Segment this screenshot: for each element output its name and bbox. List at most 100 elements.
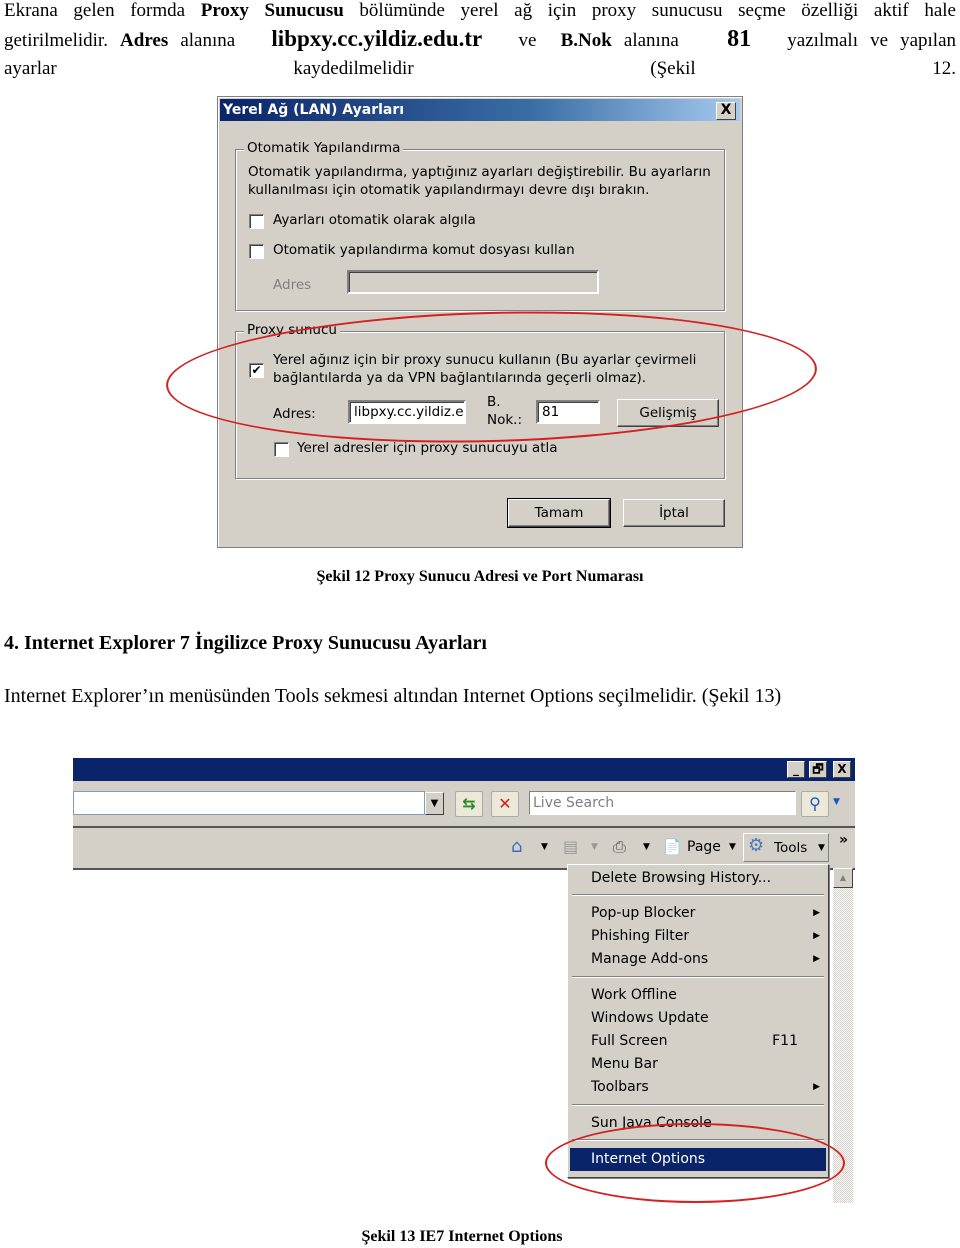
intro-text: alanına	[611, 30, 691, 51]
auto-config-description: Otomatik yapılandırma, yaptığınız ayarla…	[248, 164, 711, 180]
menu-item-label: Internet Options	[591, 1151, 706, 1167]
menu-separator	[572, 976, 824, 978]
use-proxy-label: Yerel ağınız için bir proxy sunucu kulla…	[273, 352, 697, 368]
proxy-address-label: Adres:	[273, 406, 316, 422]
menu-item-label: Windows Update	[591, 1010, 709, 1026]
feeds-icon[interactable]: ▤	[563, 835, 578, 859]
use-proxy-label: bağlantılarda ya da VPN bağlantılarında …	[273, 370, 647, 386]
section-heading: 4. Internet Explorer 7 İngilizce Proxy S…	[4, 632, 487, 654]
lan-settings-dialog: Yerel Ağ (LAN) Ayarları X Otomatik Yapıl…	[217, 96, 743, 548]
menu-separator	[572, 1104, 824, 1106]
intro-paragraph: Ekrana gelen formda Proxy Sunucusu bölüm…	[4, 0, 956, 83]
intro-text: ayarlar kaydedilmelidir (Şekil 12.	[4, 58, 956, 79]
advanced-button[interactable]: Gelişmiş	[617, 399, 719, 427]
home-dropdown-icon[interactable]: ▼	[541, 835, 548, 859]
port-input[interactable]: 81	[536, 400, 600, 424]
refresh-icon[interactable]: ⇆	[455, 791, 483, 817]
dialog-titlebar[interactable]: Yerel Ağ (LAN) Ayarları X	[220, 99, 740, 121]
menu-item-work-offline[interactable]: Work Offline	[570, 984, 826, 1007]
menu-item-label: Sun Java Console	[591, 1115, 712, 1131]
proxy-server-group: Proxy sunucu ✔ Yerel ağınız için bir pro…	[235, 322, 725, 479]
menu-item-phishing-filter[interactable]: Phishing Filter ▶	[570, 925, 826, 948]
figure-caption-13: Şekil 13 IE7 Internet Options	[361, 1228, 563, 1245]
ok-button[interactable]: Tamam	[507, 498, 611, 528]
stop-icon[interactable]: ✕	[491, 791, 519, 817]
menu-item-sun-java-console[interactable]: Sun Java Console	[570, 1112, 826, 1135]
print-dropdown-icon[interactable]: ▼	[643, 835, 650, 859]
address-bar-row: ▼ ⇆ ✕ Live Search ⚲ ▼	[73, 781, 855, 828]
auto-config-description: kullanılması için otomatik yapılandırmay…	[248, 182, 650, 198]
intro-hostname: libpxy.cc.yildiz.edu.tr	[271, 26, 483, 51]
port-label: B.	[487, 394, 501, 410]
detect-settings-label: Ayarları otomatik olarak algıla	[273, 212, 476, 228]
menu-item-label: Menu Bar	[591, 1056, 658, 1072]
bypass-local-label: Yerel adresler için proxy sunucuyu atla	[297, 440, 558, 456]
use-proxy-checkbox[interactable]: ✔	[249, 363, 264, 378]
address-dropdown-button[interactable]: ▼	[425, 792, 444, 815]
tools-menu-button[interactable]: ⚙ Tools ▼	[743, 833, 829, 862]
submenu-arrow-icon: ▶	[813, 954, 820, 964]
live-search-input[interactable]: Live Search	[529, 791, 796, 815]
intro-port: 81	[727, 26, 752, 52]
submenu-arrow-icon: ▶	[813, 931, 820, 941]
menu-item-label: Toolbars	[591, 1079, 649, 1095]
close-window-button[interactable]: X	[833, 761, 851, 778]
feeds-dropdown-icon[interactable]: ▼	[591, 835, 598, 859]
page-dropdown-icon[interactable]: ▼	[729, 835, 736, 859]
tools-menu: Delete Browsing History... Pop-up Blocke…	[567, 864, 829, 1178]
auto-config-group: Otomatik Yapılandırma Otomatik yapılandı…	[235, 140, 725, 311]
auto-script-checkbox[interactable]	[249, 244, 264, 259]
search-options-chevron-icon[interactable]: ▼	[833, 797, 840, 807]
more-commands-chevron-icon[interactable]: »	[839, 828, 848, 852]
menu-item-accelerator: F11	[772, 1033, 798, 1049]
menu-item-popup-blocker[interactable]: Pop-up Blocker ▶	[570, 902, 826, 925]
detect-settings-checkbox[interactable]	[249, 214, 264, 229]
vertical-scrollbar[interactable]: ▲	[833, 868, 853, 1203]
menu-item-label: Work Offline	[591, 987, 677, 1003]
proxy-address-input[interactable]: libpxy.cc.yildiz.e	[348, 400, 466, 424]
close-button[interactable]: X	[716, 102, 736, 120]
menu-item-delete-browsing-history[interactable]: Delete Browsing History...	[570, 867, 826, 890]
print-icon[interactable]: ⎙	[613, 835, 626, 859]
address-input[interactable]	[73, 791, 425, 815]
intro-text: Ekrana gelen formda	[4, 0, 201, 21]
home-icon[interactable]: ⌂	[511, 835, 522, 859]
cancel-button[interactable]: İptal	[623, 499, 725, 527]
menu-item-label: Full Screen	[591, 1033, 668, 1049]
intro-bold-bnok: B.Nok	[560, 30, 612, 51]
auto-script-label: Otomatik yapılandırma komut dosyası kull…	[273, 242, 575, 258]
page-menu-button[interactable]: Page	[687, 835, 721, 859]
intro-text: bölümünde yerel ağ için proxy sunucusu s…	[343, 0, 956, 21]
menu-item-full-screen[interactable]: Full Screen F11	[570, 1030, 826, 1053]
restore-button[interactable]: 🗗	[809, 761, 827, 778]
menu-item-menu-bar[interactable]: Menu Bar	[570, 1053, 826, 1076]
gear-icon: ⚙	[748, 835, 765, 856]
minimize-button[interactable]: _	[787, 761, 805, 778]
submenu-arrow-icon: ▶	[813, 1082, 820, 1092]
paragraph-2: Internet Explorer’ın menüsünden Tools se…	[4, 685, 782, 707]
figure-caption-12: Şekil 12 Proxy Sunucu Adresi ve Port Num…	[316, 568, 644, 585]
scroll-up-button[interactable]: ▲	[833, 868, 853, 888]
auto-address-input[interactable]	[347, 270, 599, 294]
menu-item-manage-addons[interactable]: Manage Add-ons ▶	[570, 948, 826, 971]
menu-separator	[572, 1139, 824, 1141]
menu-item-label: Manage Add-ons	[591, 951, 709, 967]
menu-item-internet-options[interactable]: Internet Options	[570, 1148, 826, 1171]
menu-item-windows-update[interactable]: Windows Update	[570, 1007, 826, 1030]
ie-titlebar[interactable]: _ 🗗 X	[73, 758, 855, 781]
search-icon[interactable]: ⚲	[801, 791, 829, 817]
intro-text: alanına	[168, 30, 248, 51]
ie7-window: _ 🗗 X ▼ ⇆ ✕ Live Search ⚲ ▼ ⌂ ▼ ▤ ▼ ⎙ ▼ …	[73, 758, 855, 1203]
tools-dropdown-icon: ▼	[818, 843, 825, 853]
bypass-local-checkbox[interactable]	[274, 442, 289, 457]
port-label: Nok.:	[487, 412, 523, 428]
intro-bold-adres: Adres	[120, 30, 169, 51]
menu-item-toolbars[interactable]: Toolbars ▶	[570, 1076, 826, 1099]
intro-bold-proxy: Proxy Sunucusu	[200, 0, 344, 21]
intro-text: yazılmalı ve yapılan	[775, 30, 957, 51]
proxy-group-label: Proxy sunucu	[244, 322, 340, 338]
dialog-title: Yerel Ağ (LAN) Ayarları	[223, 102, 405, 118]
menu-item-label: Pop-up Blocker	[591, 905, 696, 921]
tools-label: Tools	[774, 840, 808, 856]
page-icon: 📄	[663, 838, 682, 856]
